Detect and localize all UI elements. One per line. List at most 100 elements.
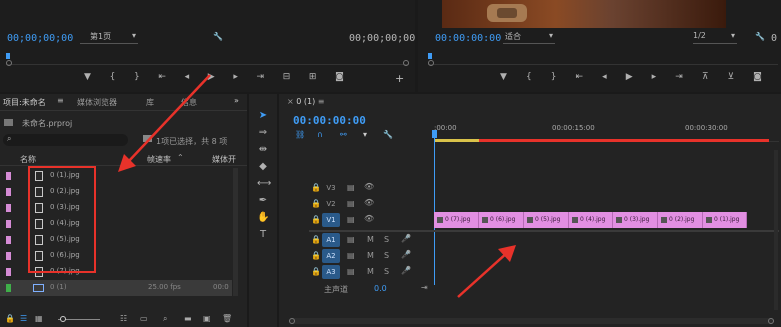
trash-icon[interactable]: 🗑 [222,314,232,323]
eye-icon[interactable]: 👁 [364,182,374,191]
new-bin-icon[interactable] [143,135,152,142]
tab-media-browser[interactable]: 媒体浏览器 [77,97,117,108]
snap-icon[interactable]: ∩ [317,130,323,139]
mark-in-icon[interactable]: { [110,72,116,82]
lock-icon[interactable]: 🔒 [311,235,321,244]
playhead-line[interactable] [434,130,435,285]
sync-lock-icon[interactable]: ▤ [347,235,355,244]
mic-icon[interactable]: 🎤 [401,234,411,243]
sort-icon[interactable]: ☷ [120,314,127,323]
playhead-marker[interactable] [428,53,432,59]
wrench-icon[interactable]: 🔧 [383,130,393,139]
tab-libraries[interactable]: 库 [146,97,154,108]
clip[interactable]: 0 (4).jpg [569,212,613,228]
marker-icon[interactable]: ▼ [84,72,91,82]
source-scrub-bar[interactable] [6,53,409,66]
solo-button[interactable]: S [384,251,389,260]
playhead-handle[interactable] [432,130,437,138]
lock-icon[interactable]: 🔒 [311,267,321,276]
step-forward-icon[interactable]: ▸ [652,72,657,82]
work-area-bar[interactable] [434,139,769,142]
razor-tool-icon[interactable]: ◆ [257,161,269,173]
go-to-out-icon[interactable]: ⇥ [675,72,683,82]
clip[interactable]: 0 (2).jpg [658,212,703,228]
clip[interactable]: 0 (1).jpg [703,212,747,228]
list-view-icon[interactable]: ☰ [20,314,27,323]
eye-icon[interactable]: 👁 [364,198,374,207]
timeline-h-scrollbar[interactable] [289,318,774,324]
pen-tool-icon[interactable]: ✒ [257,195,269,207]
new-item-icon[interactable]: ▣ [203,314,211,323]
extract-icon[interactable]: ⊻ [727,72,734,82]
close-icon[interactable]: × [287,97,294,106]
page-select[interactable]: 第1页 ▾ [80,31,138,44]
fit-select[interactable]: 适合 ▾ [503,31,555,44]
type-tool-icon[interactable]: T [257,229,269,241]
clip[interactable]: 0 (3).jpg [613,212,658,228]
selection-tool-icon[interactable]: ➤ [257,110,269,122]
track-a2-label[interactable]: A2 [322,249,340,263]
settings-icon[interactable]: 🔧 [213,32,223,41]
step-forward-icon[interactable]: ▸ [233,72,238,82]
nest-icon[interactable]: ⛓ [295,130,305,139]
mic-icon[interactable]: 🎤 [401,250,411,259]
track-a1-label[interactable]: A1 [322,233,340,247]
step-back-icon[interactable]: ◂ [602,72,607,82]
lock-icon[interactable]: 🔒 [311,251,321,260]
resolution-select[interactable]: 1/2 ▾ [693,31,737,44]
mark-in-icon[interactable]: { [526,72,532,82]
timeline-tab[interactable]: × 0 (1) ≡ [287,97,324,106]
go-to-end-icon[interactable]: ⇥ [421,283,428,292]
search-input[interactable]: ⌕ [3,134,128,146]
program-scrub-bar[interactable] [428,53,778,66]
add-button[interactable]: + [395,72,404,85]
mark-out-icon[interactable]: } [134,72,140,82]
lift-icon[interactable]: ⊼ [702,72,709,82]
mute-button[interactable]: M [367,251,374,260]
track-v3-label[interactable]: V3 [322,181,340,195]
sync-lock-icon[interactable]: ▤ [347,199,355,208]
go-to-out-icon[interactable]: ⇥ [257,72,265,82]
sync-lock-icon[interactable]: ▤ [347,251,355,260]
solo-button[interactable]: S [384,235,389,244]
lock-icon[interactable]: 🔒 [311,183,321,192]
ripple-edit-tool-icon[interactable]: ⇹ [257,144,269,156]
icon-view-icon[interactable]: ▦ [35,314,43,323]
track-v2-label[interactable]: V2 [322,197,340,211]
play-icon[interactable]: ▶ [208,72,215,82]
hand-tool-icon[interactable]: ✋ [257,212,269,224]
sync-lock-icon[interactable]: ▤ [347,215,355,224]
go-to-in-icon[interactable]: ⇤ [158,72,166,82]
list-item-sequence[interactable]: 0 (1) 25.00 fps 00:0 [0,280,232,296]
slip-tool-icon[interactable]: ⟷ [257,178,271,190]
mute-button[interactable]: M [367,267,374,276]
tab-menu-icon[interactable]: ≡ [57,96,64,105]
add-marker-icon[interactable]: ▾ [363,130,367,139]
timeline-v-scrollbar[interactable] [774,150,778,310]
find-icon[interactable]: ⌕ [163,314,167,324]
mic-icon[interactable]: 🎤 [401,266,411,275]
source-timecode[interactable]: 00;00;00;00 [7,33,73,44]
lock-icon[interactable]: 🔒 [5,314,15,323]
timeline-timecode[interactable]: 00:00:00:00 [293,114,366,127]
sync-lock-icon[interactable]: ▤ [347,267,355,276]
camera-icon[interactable]: ◙ [753,72,762,82]
col-name[interactable]: 名称 [20,154,36,165]
menu-icon[interactable]: ≡ [318,97,325,106]
track-a3-label[interactable]: A3 [322,265,340,279]
solo-button[interactable]: S [384,267,389,276]
time-ruler[interactable]: :00:00 00:00:15:00 00:00:30:00 [434,122,779,142]
zoom-slider-handle[interactable] [60,316,66,322]
clip[interactable]: 0 (6).jpg [479,212,524,228]
linked-selection-icon[interactable]: ⚯ [340,130,347,139]
insert-icon[interactable]: ⊟ [283,72,291,82]
playhead-marker[interactable] [6,53,10,59]
lock-icon[interactable]: 🔒 [311,199,321,208]
clip[interactable]: 0 (7).jpg [434,212,479,228]
track-v1-label[interactable]: V1 [322,213,340,227]
marker-icon[interactable]: ▼ [500,72,507,82]
settings-icon[interactable]: 🔧 [755,32,765,41]
master-value[interactable]: 0.0 [374,284,387,293]
lock-icon[interactable]: 🔒 [311,215,321,224]
go-to-in-icon[interactable]: ⇤ [576,72,584,82]
